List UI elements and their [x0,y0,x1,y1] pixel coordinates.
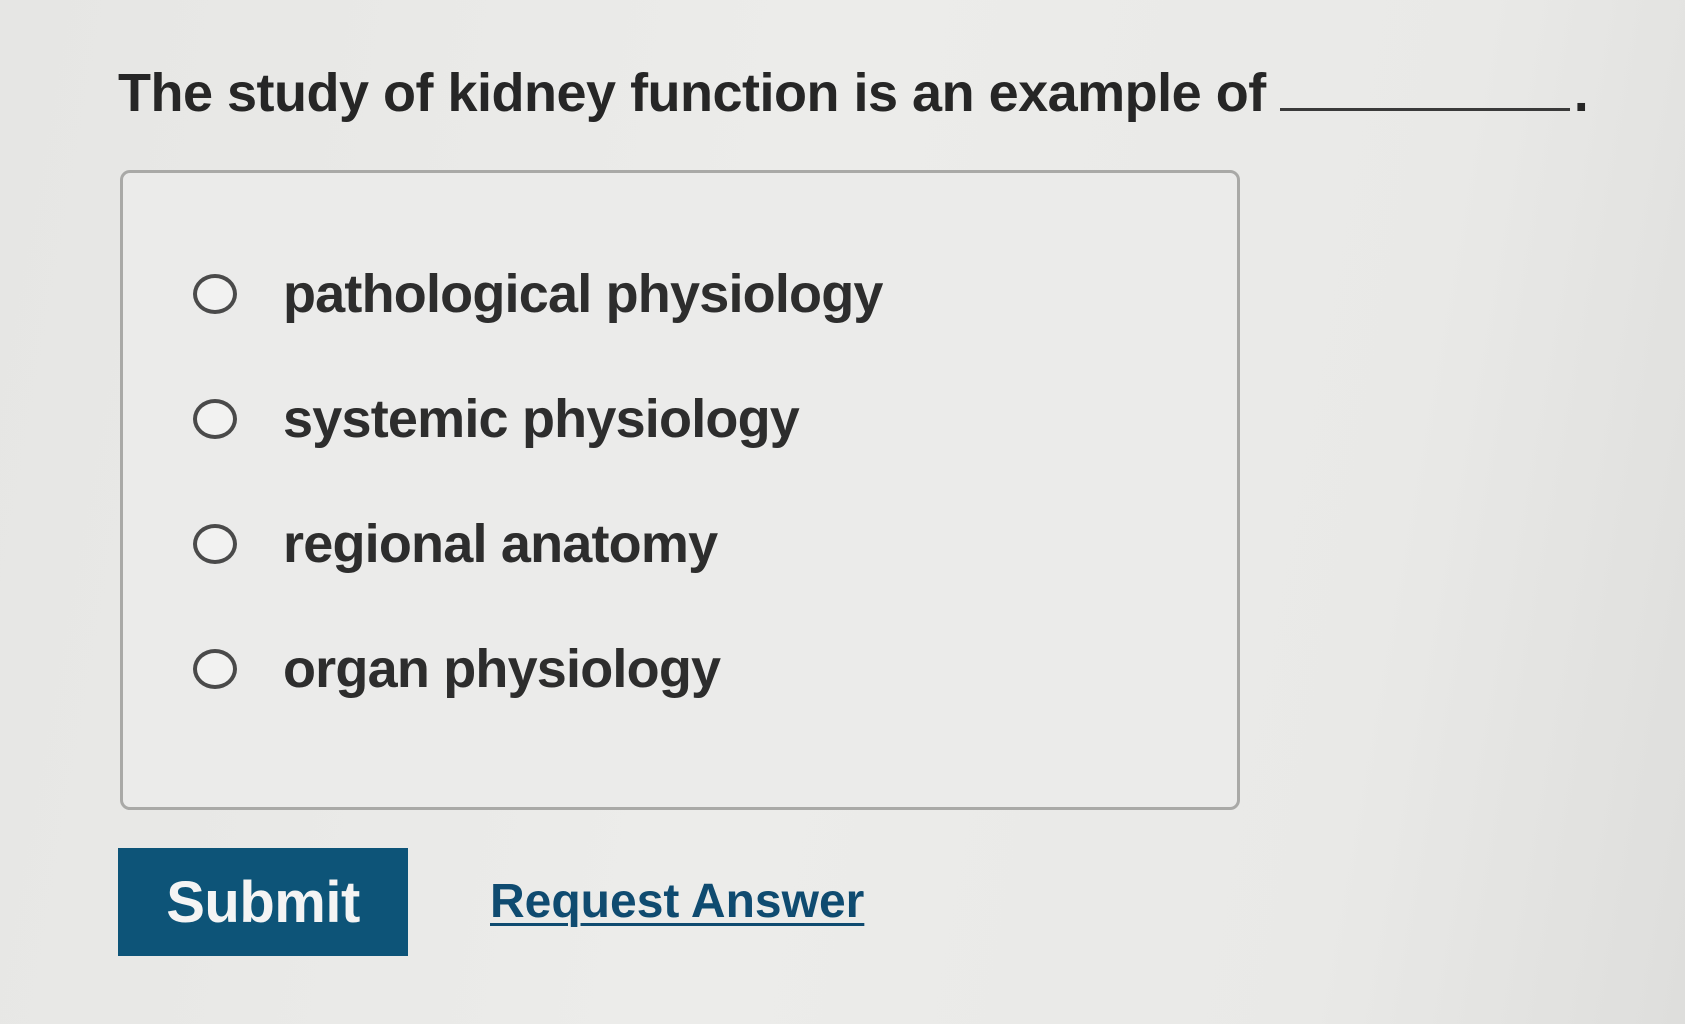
option-label: regional anatomy [283,514,718,574]
radio-button[interactable] [193,649,237,689]
request-answer-link[interactable]: Request Answer [490,874,864,929]
option-label: pathological physiology [283,264,883,324]
option-systemic-physiology[interactable]: systemic physiology [193,388,800,450]
radio-button[interactable] [193,524,237,564]
radio-button[interactable] [193,399,237,439]
answer-options-group: pathological physiology systemic physiol… [120,170,1240,810]
radio-button[interactable] [193,274,237,314]
option-label: organ physiology [283,639,721,699]
option-regional-anatomy[interactable]: regional anatomy [193,513,718,575]
question-end-mark: . [1573,63,1589,123]
option-pathological-physiology[interactable]: pathological physiology [193,263,883,325]
option-organ-physiology[interactable]: organ physiology [193,638,721,700]
option-label: systemic physiology [283,389,800,449]
answer-blank [1279,68,1570,111]
submit-button[interactable]: Submit [118,848,408,956]
question-text: The study of kidney function is an examp… [118,63,1266,123]
question-prompt: The study of kidney function is an examp… [118,62,1589,124]
